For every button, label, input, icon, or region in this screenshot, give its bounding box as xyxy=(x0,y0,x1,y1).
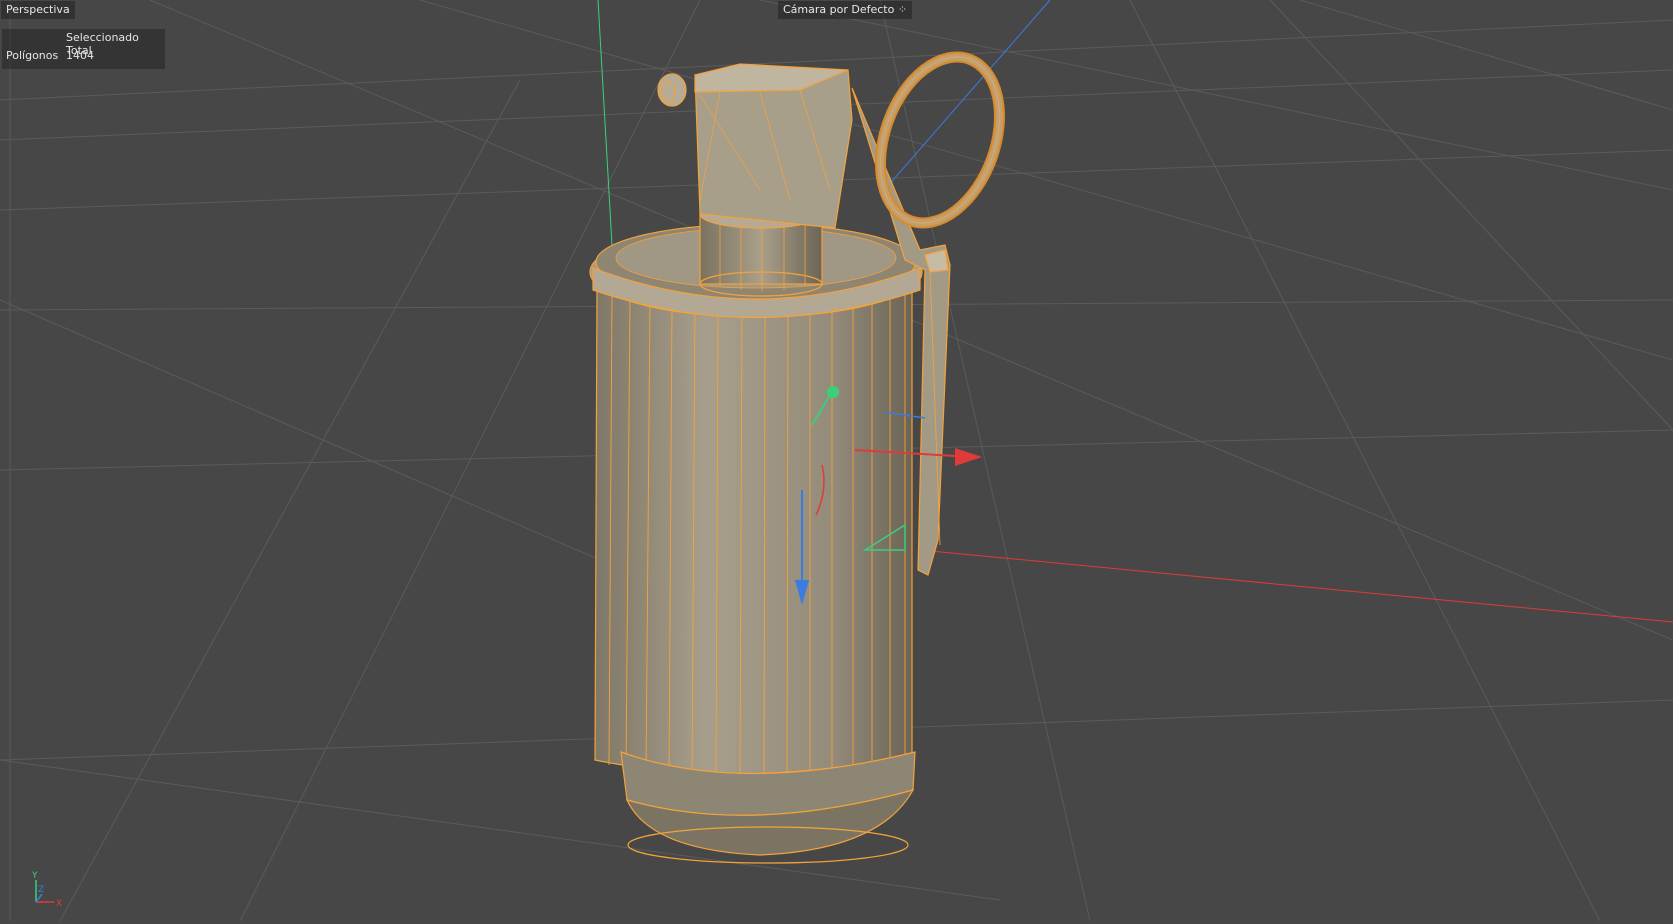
manipulator-x-handle[interactable] xyxy=(955,448,982,466)
hud-row-label: Polígonos xyxy=(6,49,59,62)
manipulator-y-handle[interactable] xyxy=(827,386,839,398)
hud-row-value: 1404 xyxy=(66,49,94,62)
world-axis-y xyxy=(597,0,613,246)
dots-icon: ⁘ xyxy=(897,3,908,16)
world-axis-x xyxy=(919,549,1673,623)
camera-menu[interactable]: Cámara por Defecto ⁘ xyxy=(778,1,913,19)
axis-gizmo-z-label: Z xyxy=(38,885,44,895)
axis-gizmo-x-label: X xyxy=(56,899,62,909)
viewport-view-name[interactable]: Perspectiva xyxy=(1,1,75,19)
axis-gizmo-y-label: Y xyxy=(31,871,38,881)
viewport-scene[interactable] xyxy=(0,0,1673,922)
3d-viewport[interactable]: Perspectiva Cámara por Defecto ⁘ Selecci… xyxy=(0,0,1673,922)
axis-gizmo: Y Z X xyxy=(31,871,62,909)
camera-menu-label: Cámara por Defecto xyxy=(783,3,895,16)
hud-panel: Seleccionado Total Polígonos 1404 xyxy=(2,29,165,69)
